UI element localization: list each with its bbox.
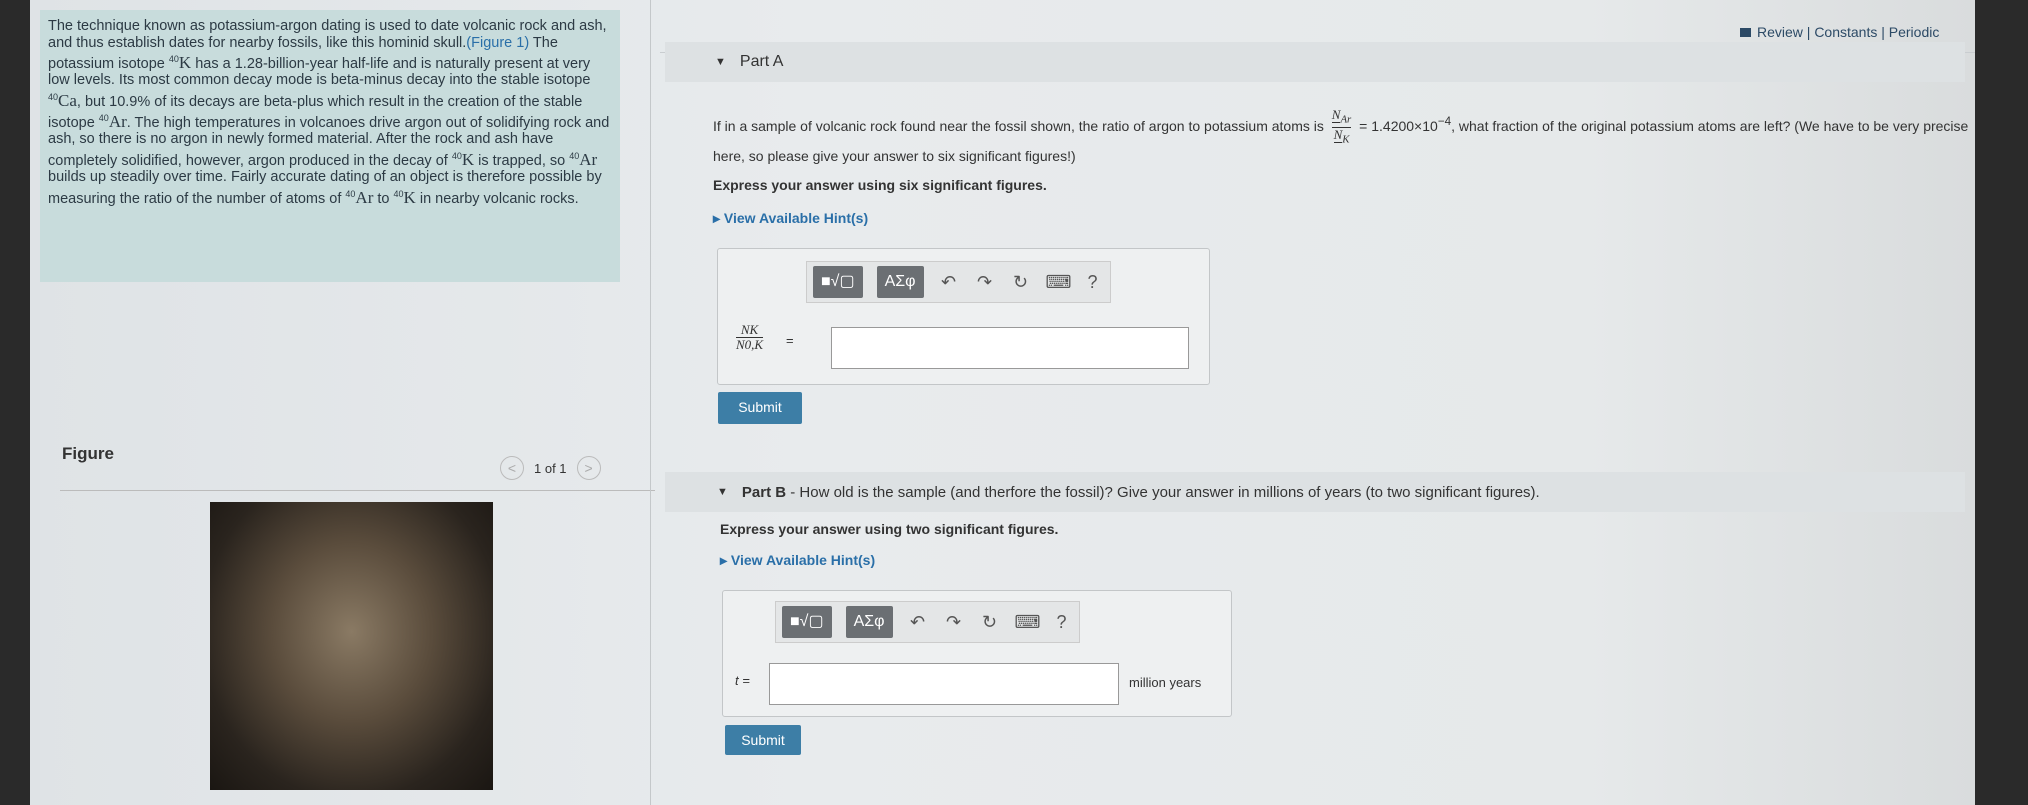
next-figure-button[interactable]: > — [576, 456, 601, 480]
question-text: = 1.4200×10 — [1359, 117, 1438, 134]
page-indicator: 1 of 1 — [534, 460, 567, 476]
element: K — [403, 187, 416, 207]
mass-number: 40 — [451, 150, 462, 161]
help-icon[interactable]: ? — [1051, 612, 1073, 633]
hominid-skull-image — [210, 502, 493, 790]
reset-icon[interactable]: ↻ — [979, 612, 1001, 633]
redo-icon[interactable]: ↷ — [943, 612, 965, 633]
keyboard-icon[interactable]: ⌨ — [1046, 272, 1072, 293]
part-b-heading: Part B - How old is the sample (and ther… — [742, 484, 1540, 501]
mass-number: 40 — [98, 113, 109, 124]
element: K — [461, 149, 475, 169]
panel-divider — [650, 0, 651, 805]
mass-number: 40 — [345, 188, 356, 199]
mass-number: 40 — [569, 150, 580, 161]
math-toolbar: ■√▢ ΑΣφ ↶ ↷ ↻ ⌨ ? — [806, 261, 1111, 303]
figure-title: Figure — [62, 444, 114, 463]
numerator: NK — [736, 323, 764, 338]
sub: Ar — [1340, 113, 1352, 126]
templates-button[interactable]: ■√▢ — [782, 606, 832, 638]
templates-button[interactable]: ■√▢ — [813, 266, 863, 298]
exponent: −4 — [1437, 115, 1452, 129]
part-a-title: Part A — [739, 53, 784, 70]
question-text: If in a sample of volcanic rock found ne… — [713, 117, 1324, 134]
intro-text: is trapped, so — [474, 152, 570, 169]
part-a-instruction: Express your answer using six significan… — [713, 177, 1047, 193]
hint-link[interactable]: View Available Hint(s) — [724, 210, 868, 226]
divider — [60, 490, 655, 491]
collapse-caret-icon: ▼ — [715, 56, 726, 68]
undo-icon[interactable]: ↶ — [907, 612, 929, 633]
part-a-question: If in a sample of volcanic rock found ne… — [713, 107, 1973, 166]
part-b-hints-toggle[interactable]: ▸ View Available Hint(s) — [720, 552, 875, 569]
part-a-header[interactable]: ▼ Part A — [665, 42, 1965, 82]
figure-link[interactable]: (Figure 1) — [466, 35, 529, 51]
element: K — [178, 52, 192, 72]
part-b-answer-input[interactable] — [769, 663, 1119, 705]
help-icon[interactable]: ? — [1082, 272, 1104, 293]
part-b-submit-button[interactable]: Submit — [725, 725, 801, 755]
answer-label-fraction: NK N0,K — [736, 323, 764, 352]
part-b-instruction: Express your answer using two significan… — [720, 521, 1059, 537]
part-a-answer-box: ■√▢ ΑΣφ ↶ ↷ ↻ ⌨ ? NK N0,K = — [717, 248, 1210, 385]
part-b-header[interactable]: ▼ Part B - How old is the sample (and th… — [665, 472, 1965, 512]
element: Ar — [108, 111, 127, 131]
intro-text: to — [373, 190, 394, 207]
part-b-question: - How old is the sample (and therfore th… — [786, 483, 1540, 501]
denominator: N0,K — [736, 337, 764, 352]
element: Ca — [58, 90, 77, 110]
mass-number: 40 — [48, 91, 59, 102]
unit-label: million years — [1129, 675, 1202, 690]
undo-icon[interactable]: ↶ — [938, 272, 960, 293]
reset-icon[interactable]: ↻ — [1010, 272, 1032, 293]
redo-icon[interactable]: ↷ — [974, 272, 996, 293]
part-a-submit-button[interactable]: Submit — [718, 392, 802, 424]
part-a-answer-input[interactable] — [831, 327, 1189, 369]
part-b-answer-box: ■√▢ ΑΣφ ↶ ↷ ↻ ⌨ ? t = million years — [722, 590, 1232, 717]
element: Ar — [355, 187, 374, 207]
ratio-fraction: NAr NK — [1331, 107, 1352, 146]
mass-number: 40 — [393, 188, 404, 199]
review-icon — [1740, 28, 1751, 37]
hint-link[interactable]: View Available Hint(s) — [731, 552, 875, 568]
intro-text: in nearby volcanic rocks. — [415, 190, 579, 207]
sub: K — [1342, 133, 1350, 146]
denominator: N — [1333, 126, 1343, 143]
collapse-caret-icon: ▼ — [717, 486, 728, 498]
figure-pager: < 1 of 1 > — [500, 456, 601, 480]
greek-symbols-button[interactable]: ΑΣφ — [845, 606, 893, 638]
element: Ar — [579, 149, 598, 169]
mass-number: 40 — [168, 54, 179, 64]
greek-symbols-button[interactable]: ΑΣφ — [876, 266, 924, 298]
prev-figure-button[interactable]: < — [500, 456, 524, 480]
part-a-hints-toggle[interactable]: ▸ View Available Hint(s) — [713, 210, 868, 227]
part-b-title: Part B — [741, 483, 787, 501]
time-label: t = — [735, 673, 750, 688]
problem-intro: The technique known as potassium-argon d… — [40, 10, 620, 282]
keyboard-icon[interactable]: ⌨ — [1015, 612, 1041, 633]
screen: The technique known as potassium-argon d… — [30, 0, 1975, 805]
math-toolbar: ■√▢ ΑΣφ ↶ ↷ ↻ ⌨ ? — [775, 601, 1080, 643]
equals-sign: = — [786, 333, 794, 348]
